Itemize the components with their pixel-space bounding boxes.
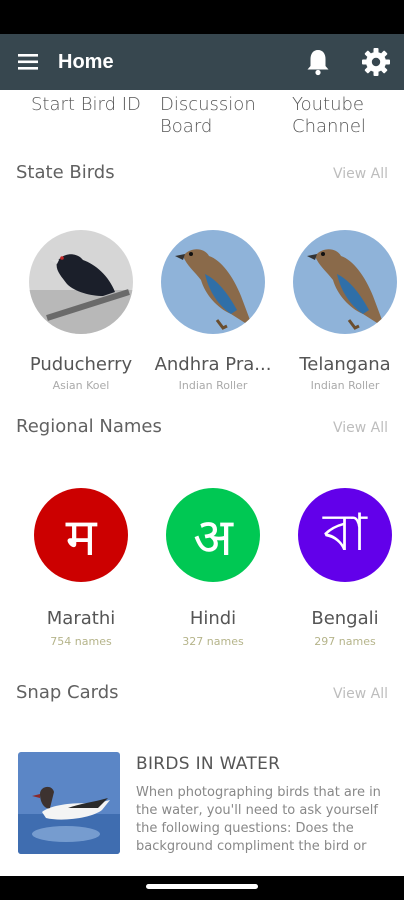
gull-in-water-photo [18, 752, 120, 854]
bell-icon[interactable] [300, 44, 336, 80]
gear-icon[interactable] [356, 42, 396, 82]
app-bar: Home [0, 34, 404, 90]
indian-roller-photo [293, 230, 397, 334]
language-card-marathi[interactable]: म Marathi 754 names [19, 488, 143, 648]
page-title: Home [58, 50, 114, 73]
home-gesture-handle[interactable] [146, 884, 258, 889]
marathi-glyph: म [34, 488, 128, 582]
discussion-board-link[interactable]: Discussion Board [160, 94, 256, 138]
snap-card-title: BIRDS IN WATER [136, 754, 281, 774]
hindi-glyph: अ [166, 488, 260, 582]
status-bar [0, 0, 404, 34]
bird-species: Indian Roller [178, 379, 248, 392]
state-birds-title: State Birds [16, 162, 115, 183]
system-nav-bar [0, 876, 404, 900]
state-name: Puducherry [29, 354, 133, 375]
language-card-bengali[interactable]: বা Bengali 297 names [283, 488, 404, 648]
name-count: 327 names [182, 635, 244, 648]
snap-cards-view-all[interactable]: View All [333, 686, 388, 702]
state-birds-view-all[interactable]: View All [333, 166, 388, 182]
bengali-glyph: বা [298, 488, 392, 582]
name-count: 297 names [314, 635, 376, 648]
bird-species: Indian Roller [310, 379, 380, 392]
state-bird-card-puducherry[interactable]: Puducherry Asian Koel [19, 230, 143, 392]
language-name: Marathi [46, 608, 116, 629]
bird-species: Asian Koel [52, 379, 110, 392]
state-bird-card-andhra-pradesh[interactable]: Andhra Pra... Indian Roller [151, 230, 275, 392]
state-name: Andhra Pra... [154, 354, 272, 375]
asian-koel-photo [29, 230, 133, 334]
snap-card-body: When photographing birds that are in the… [136, 785, 381, 854]
regional-names-view-all[interactable]: View All [333, 420, 388, 436]
language-name: Hindi [189, 608, 237, 629]
state-name: Telangana [299, 354, 391, 375]
snap-cards-title: Snap Cards [16, 682, 119, 703]
start-bird-id-link[interactable]: Start Bird ID [31, 94, 141, 116]
name-count: 754 names [50, 635, 112, 648]
state-bird-card-telangana[interactable]: Telangana Indian Roller [283, 230, 404, 392]
snap-card-birds-in-water[interactable]: BIRDS IN WATER When photographing birds … [16, 750, 388, 860]
home-content: Start Bird ID Discussion Board Youtube Cha… [0, 90, 404, 876]
hamburger-menu-icon[interactable] [0, 34, 58, 90]
language-card-hindi[interactable]: अ Hindi 327 names [151, 488, 275, 648]
language-name: Bengali [311, 608, 379, 629]
regional-names-title: Regional Names [16, 416, 162, 437]
youtube-channel-link[interactable]: Youtube Channel [292, 94, 366, 138]
indian-roller-photo [161, 230, 265, 334]
